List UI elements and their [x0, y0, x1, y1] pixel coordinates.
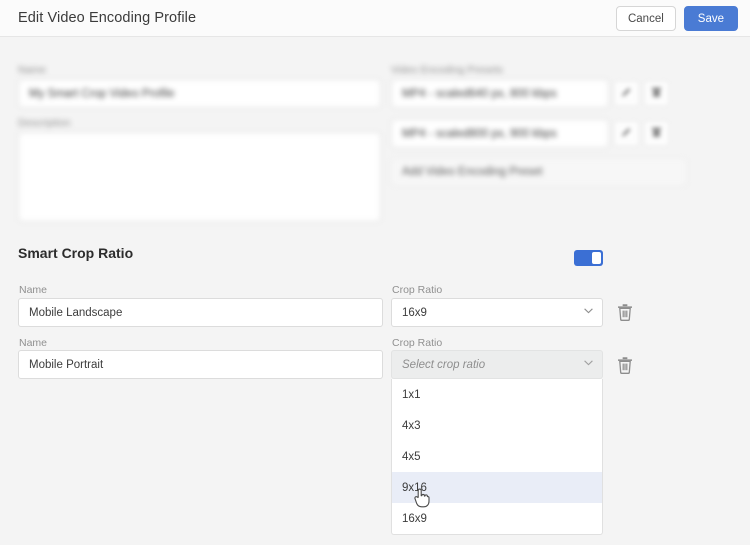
- video-encoding-presets-label: Video Encoding Presets: [391, 64, 503, 76]
- crop-ratio-selected-value: 16x9: [402, 307, 427, 319]
- header-actions: Cancel Save: [616, 6, 738, 31]
- crop-ratio-select[interactable]: 16x9: [391, 298, 603, 327]
- crop-ratio-placeholder: Select crop ratio: [402, 359, 485, 371]
- crop-ratio-dropdown-list[interactable]: 1x1 4x3 4x5 9x16 16x9: [391, 379, 603, 535]
- crop-row-name-label: Name: [19, 284, 47, 296]
- dropdown-option[interactable]: 4x3: [392, 410, 602, 441]
- edit-video-encoding-profile-dialog: Edit Video Encoding Profile Cancel Save …: [0, 0, 750, 545]
- dropdown-option-highlighted[interactable]: 9x16: [392, 472, 602, 503]
- dropdown-option[interactable]: 16x9: [392, 503, 602, 534]
- smart-crop-ratio-heading: Smart Crop Ratio: [18, 245, 133, 261]
- profile-name-input[interactable]: My Smart Crop Video Profile: [18, 79, 381, 108]
- crop-row-delete-button[interactable]: [617, 303, 633, 321]
- dropdown-option[interactable]: 4x5: [392, 441, 602, 472]
- crop-row-delete-button[interactable]: [617, 356, 633, 374]
- chevron-down-icon: [584, 308, 592, 316]
- profile-name-label: Name: [18, 64, 46, 76]
- crop-ratio-select[interactable]: Select crop ratio: [391, 350, 603, 379]
- pencil-icon: [621, 85, 632, 103]
- crop-row-ratio-label: Crop Ratio: [392, 337, 442, 349]
- dropdown-option[interactable]: 1x1: [392, 379, 602, 410]
- crop-row-name-label: Name: [19, 337, 47, 349]
- trash-icon: [651, 85, 662, 103]
- smart-crop-ratio-toggle[interactable]: [574, 250, 603, 266]
- dialog-header: Edit Video Encoding Profile Cancel Save: [0, 0, 750, 37]
- cancel-button[interactable]: Cancel: [616, 6, 676, 31]
- crop-row-ratio-label: Crop Ratio: [392, 284, 442, 296]
- profile-description-textarea[interactable]: [18, 132, 381, 222]
- save-button[interactable]: Save: [684, 6, 738, 31]
- preset-edit-button[interactable]: [614, 81, 639, 106]
- pencil-icon: [621, 125, 632, 143]
- preset-edit-button[interactable]: [614, 121, 639, 146]
- add-video-encoding-preset-button[interactable]: Add Video Encoding Preset: [391, 158, 687, 186]
- preset-row-value[interactable]: MP4 - scaled800 px, 900 kbps: [391, 119, 609, 148]
- crop-row-name-input[interactable]: Mobile Landscape: [18, 298, 383, 327]
- preset-row-value[interactable]: MP4 - scaled640 px, 800 kbps: [391, 79, 609, 108]
- preset-delete-button[interactable]: [644, 121, 669, 146]
- toggle-knob: [592, 252, 601, 264]
- chevron-down-icon: [584, 360, 592, 368]
- preset-delete-button[interactable]: [644, 81, 669, 106]
- crop-row-name-input[interactable]: Mobile Portrait: [18, 350, 383, 379]
- page-title: Edit Video Encoding Profile: [18, 10, 196, 26]
- profile-description-label: Description: [18, 117, 71, 129]
- trash-icon: [651, 125, 662, 143]
